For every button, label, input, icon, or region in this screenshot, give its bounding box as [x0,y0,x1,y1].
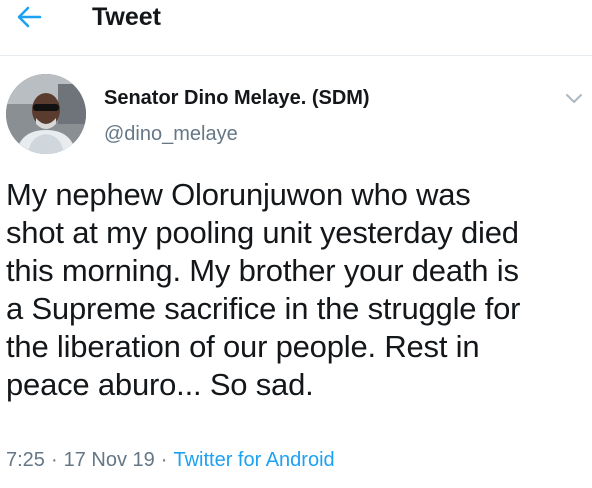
avatar-image [6,74,86,154]
meta-separator: · [160,449,168,471]
tweet-text-line: the liberation of our people. Rest in [6,329,480,364]
tweet-text-line: shot at my pooling unit yesterday died [6,215,519,250]
tweet-text-line: My nephew Olorunjuwon who was [6,177,471,212]
arrow-left-icon [17,6,42,28]
tweet-menu-button[interactable] [562,88,586,108]
tweet-text-line: a Supreme sacrifice in the struggle for [6,291,521,326]
top-bar: Tweet [0,0,592,56]
author-handle[interactable]: @dino_melaye [104,122,238,146]
tweet-time: 7:25 [6,449,45,471]
meta-separator: · [50,449,58,471]
tweet-text-line: this morning. My brother your death is [6,253,519,288]
tweet-text: My nephew Olorunjuwon who was shot at my… [6,176,588,404]
tweet-date: 17 Nov 19 [63,449,155,471]
avatar[interactable] [6,74,86,154]
back-button[interactable] [12,2,46,32]
tweet-text-line: peace aburo... So sad. [6,367,314,402]
chevron-down-icon [566,94,582,103]
tweet-meta: 7:25 · 17 Nov 19 · Twitter for Android [6,448,335,472]
author-name[interactable]: Senator Dino Melaye. (SDM) [104,86,370,110]
tweet-source-link[interactable]: Twitter for Android [173,449,334,471]
page-title: Tweet [92,3,161,31]
